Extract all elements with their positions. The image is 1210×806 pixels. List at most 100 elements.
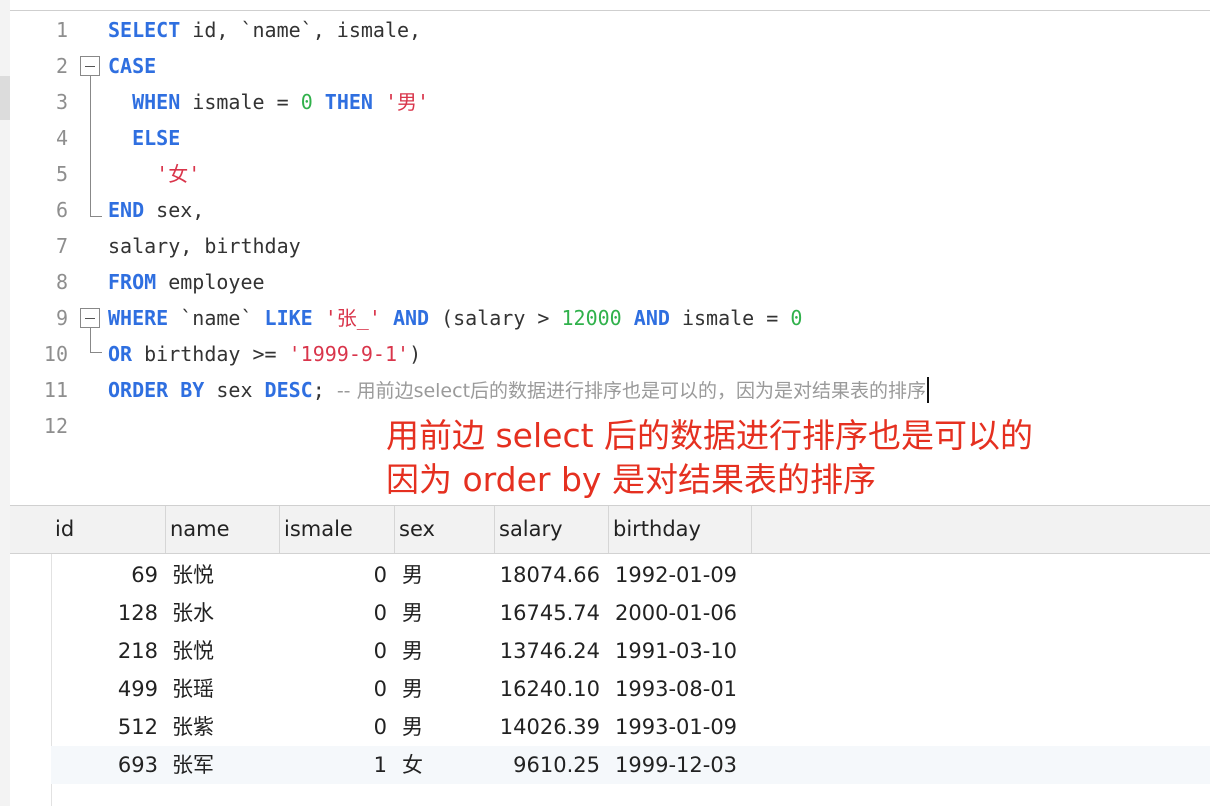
column-header-name[interactable]: name	[166, 506, 280, 553]
sql-keyword: SELECT	[108, 18, 181, 42]
cell-ismale[interactable]: 0	[280, 670, 387, 708]
cell-birthday[interactable]: 1993-01-09	[615, 708, 755, 746]
table-row[interactable]: 128 张水 0 男 16745.74 2000-01-06	[51, 594, 1210, 632]
table-row[interactable]: 499 张瑶 0 男 16240.10 1993-08-01	[51, 670, 1210, 708]
code-text: OR birthday >= '1999-9-1')	[108, 336, 421, 372]
table-row[interactable]: 693 张军 1 女 9610.25 1999-12-03	[51, 746, 1210, 784]
sql-token: birthday >=	[132, 342, 289, 366]
cell-name[interactable]: 张军	[172, 746, 280, 784]
code-line[interactable]: 6 END sex,	[10, 192, 1210, 228]
cell-sex[interactable]: 女	[402, 746, 492, 784]
cell-name[interactable]: 张瑶	[172, 670, 280, 708]
cell-name[interactable]: 张水	[172, 594, 280, 632]
sql-number: 0	[790, 306, 803, 330]
line-number: 3	[55, 90, 68, 114]
left-panel-edge	[0, 0, 10, 806]
sql-keyword: AND	[633, 306, 670, 330]
cell-id[interactable]: 499	[51, 670, 158, 708]
sql-editor[interactable]: 1 SELECT id, `name`, ismale, 2 CASE 3 WHEN i…	[10, 12, 1210, 444]
sql-keyword: LIKE	[264, 306, 313, 330]
line-number: 1	[55, 18, 68, 42]
cell-sex[interactable]: 男	[402, 670, 492, 708]
code-line[interactable]: 10 OR birthday >= '1999-9-1')	[10, 336, 1210, 372]
cell-name[interactable]: 张紫	[172, 708, 280, 746]
cell-salary[interactable]: 13746.24	[495, 632, 600, 670]
cell-birthday[interactable]: 1992-01-09	[615, 556, 755, 594]
table-row[interactable]: 69 张悦 0 男 18074.66 1992-01-09	[51, 556, 1210, 594]
cell-salary[interactable]: 16240.10	[495, 670, 600, 708]
sql-token: sex	[204, 378, 265, 402]
column-header-ismale[interactable]: ismale	[280, 506, 395, 553]
line-number: 4	[55, 126, 68, 150]
table-row[interactable]: 512 张紫 0 男 14026.39 1993-01-09	[51, 708, 1210, 746]
table-row[interactable]: 218 张悦 0 男 13746.24 1991-03-10	[51, 632, 1210, 670]
column-header-sex[interactable]: sex	[395, 506, 495, 553]
cell-ismale[interactable]: 0	[280, 632, 387, 670]
code-line[interactable]: 7 salary, birthday	[10, 228, 1210, 264]
cell-id[interactable]: 69	[51, 556, 158, 594]
code-line[interactable]: 2 CASE	[10, 48, 1210, 84]
code-text: '女'	[108, 156, 200, 192]
cell-id[interactable]: 693	[51, 746, 158, 784]
cell-id[interactable]: 512	[51, 708, 158, 746]
code-line[interactable]: 4 ELSE	[10, 120, 1210, 156]
cell-sex[interactable]: 男	[402, 632, 492, 670]
cell-salary[interactable]: 14026.39	[495, 708, 600, 746]
sql-token: (salary >	[429, 306, 562, 330]
cell-sex[interactable]: 男	[402, 708, 492, 746]
sql-token: )	[409, 342, 422, 366]
cell-ismale[interactable]: 0	[280, 708, 387, 746]
sql-string: '女'	[156, 162, 201, 186]
cell-salary[interactable]: 9610.25	[495, 746, 600, 784]
cell-ismale[interactable]: 0	[280, 556, 387, 594]
annotation-line-1: 用前边 select 后的数据进行排序也是可以的	[386, 416, 1034, 455]
code-text: ORDER BY sex DESC; -- 用前边select后的数据进行排序也…	[108, 372, 926, 409]
cell-birthday[interactable]: 1993-08-01	[615, 670, 755, 708]
cell-birthday[interactable]: 2000-01-06	[615, 594, 755, 632]
line-number: 8	[55, 270, 68, 294]
code-text: CASE	[108, 48, 156, 84]
cell-ismale[interactable]: 0	[280, 594, 387, 632]
sql-keyword: END	[108, 198, 145, 222]
cell-sex[interactable]: 男	[402, 556, 492, 594]
cell-birthday[interactable]: 1999-12-03	[615, 746, 755, 784]
sql-keyword: ORDER BY	[108, 378, 205, 402]
cell-name[interactable]: 张悦	[172, 556, 280, 594]
sql-keyword: OR	[108, 342, 133, 366]
cell-id[interactable]: 128	[51, 594, 158, 632]
code-line[interactable]: 1 SELECT id, `name`, ismale,	[10, 12, 1210, 48]
code-line[interactable]: 5 '女'	[10, 156, 1210, 192]
cell-salary[interactable]: 16745.74	[495, 594, 600, 632]
code-line[interactable]: 8 FROM employee	[10, 264, 1210, 300]
code-text: SELECT id, `name`, ismale,	[108, 12, 421, 48]
sql-keyword: ELSE	[132, 126, 181, 150]
sql-token: id, `name`, ismale,	[180, 18, 422, 42]
sql-token: salary, birthday	[108, 234, 301, 258]
column-header-salary[interactable]: salary	[495, 506, 609, 553]
cell-sex[interactable]: 男	[402, 594, 492, 632]
column-header-birthday[interactable]: birthday	[609, 506, 752, 553]
sql-number: 12000	[561, 306, 622, 330]
code-line[interactable]: 3 WHEN ismale = 0 THEN '男'	[10, 84, 1210, 120]
sql-keyword: CASE	[108, 54, 157, 78]
cell-id[interactable]: 218	[51, 632, 158, 670]
results-header: id name ismale sex salary birthday	[10, 506, 1210, 554]
code-line[interactable]: 11 ORDER BY sex DESC; -- 用前边select后的数据进行排…	[10, 372, 1210, 408]
sql-keyword: WHERE	[108, 306, 169, 330]
code-text: WHERE `name` LIKE '张_' AND (salary > 120…	[108, 300, 802, 336]
column-header-id[interactable]: id	[51, 506, 166, 553]
code-line[interactable]: 9 WHERE `name` LIKE '张_' AND (salary > 12…	[10, 300, 1210, 336]
cell-salary[interactable]: 18074.66	[495, 556, 600, 594]
editor-top-border	[10, 10, 1210, 11]
line-number: 9	[55, 306, 68, 330]
code-text: salary, birthday	[108, 228, 301, 264]
cell-name[interactable]: 张悦	[172, 632, 280, 670]
sql-token: ismale =	[669, 306, 791, 330]
cell-birthday[interactable]: 1991-03-10	[615, 632, 755, 670]
sql-keyword: FROM	[108, 270, 157, 294]
line-number: 5	[55, 162, 68, 186]
cell-ismale[interactable]: 1	[280, 746, 387, 784]
scroll-marker	[0, 76, 10, 120]
